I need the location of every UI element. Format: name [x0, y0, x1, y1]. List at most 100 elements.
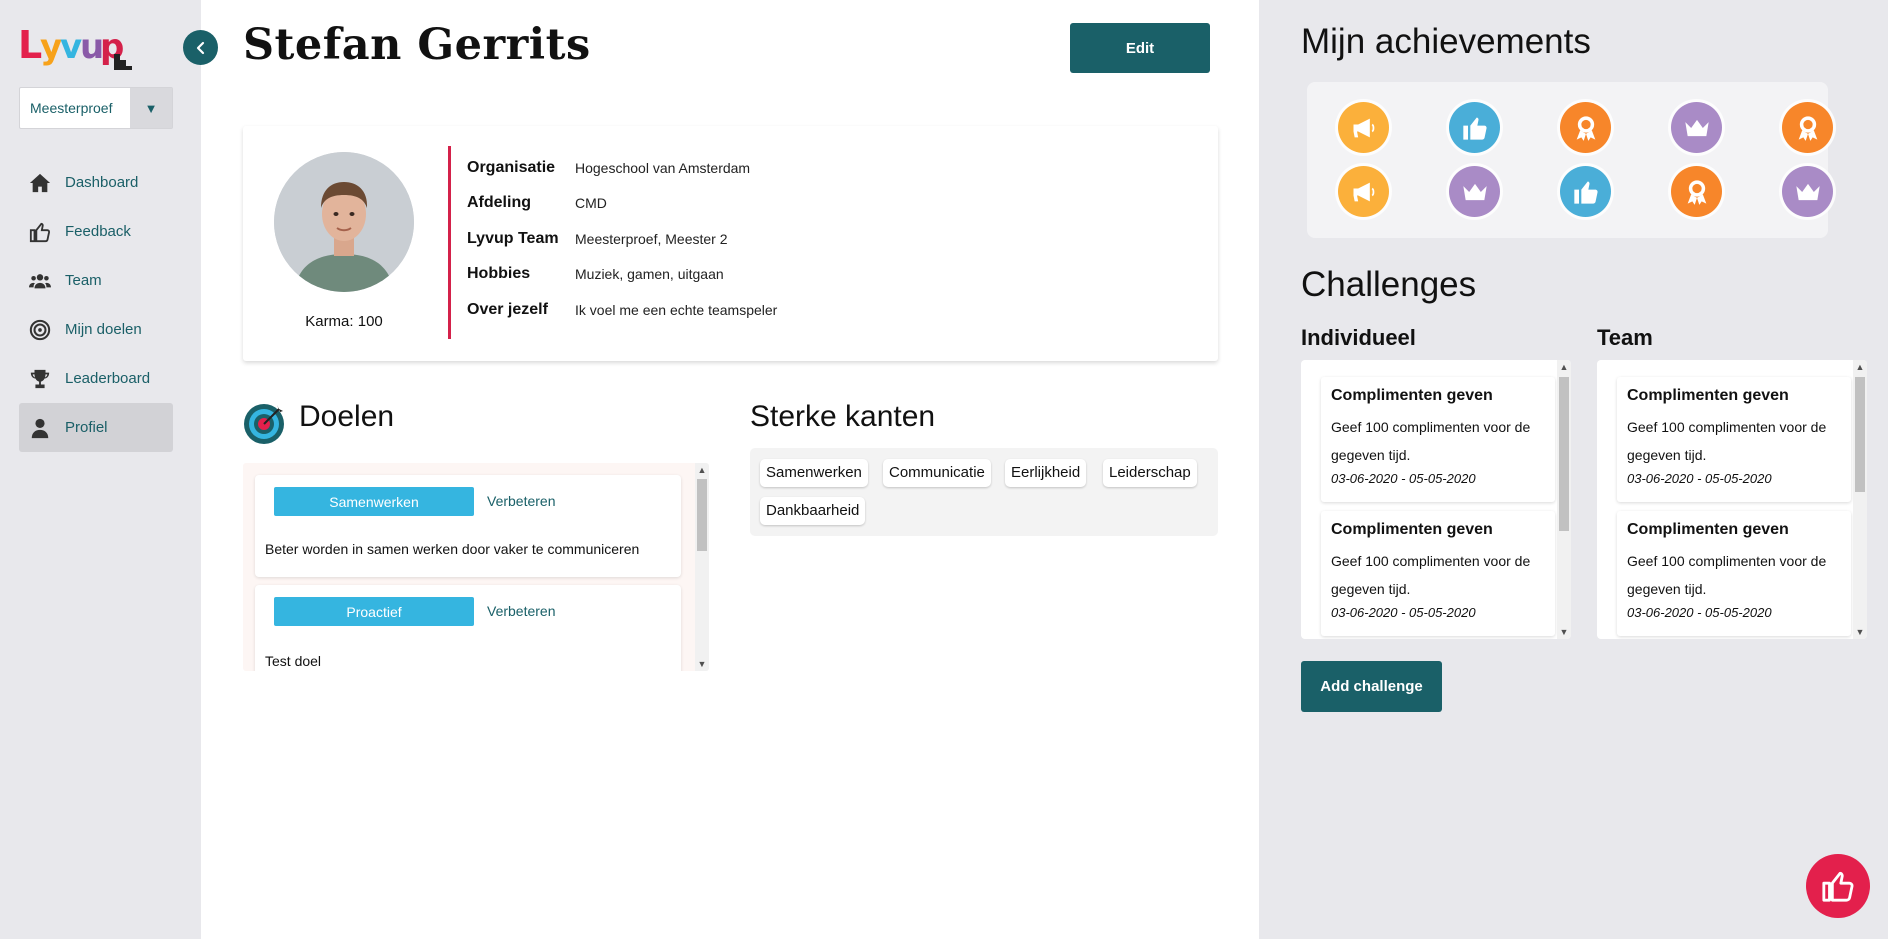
individual-challenges-title: Individueel [1301, 325, 1416, 350]
individual-challenges-list[interactable]: Complimenten geven Geef 100 complimenten… [1301, 360, 1571, 639]
goal-improve-link[interactable]: Verbeteren [487, 493, 556, 509]
strength-chip: Dankbaarheid [760, 497, 866, 525]
challenge-card[interactable]: Complimenten geven Geef 100 complimenten… [1617, 377, 1851, 502]
sidebar: L y v u p Meesterproef ▼ Dashboard Feedb… [0, 0, 201, 939]
strength-chip: Leiderschap [1103, 459, 1197, 487]
info-row-lyvup-team: Lyvup Team Meesterproef, Meester 2 [467, 221, 777, 257]
crown-icon [1684, 119, 1709, 136]
info-value: Meesterproef, Meester 2 [575, 230, 728, 247]
medal-icon [1576, 115, 1595, 141]
scroll-up-arrow[interactable]: ▲ [1853, 362, 1867, 372]
info-row-organisatie: Organisatie Hogeschool van Amsterdam [467, 150, 777, 186]
thumbs-up-badge[interactable] [1560, 166, 1611, 217]
info-value: Ik voel me een echte teamspeler [575, 301, 778, 318]
crown-badge[interactable] [1782, 166, 1833, 217]
crown-badge[interactable] [1449, 166, 1500, 217]
avatar-portrait [274, 152, 414, 292]
scroll-down-arrow[interactable]: ▼ [1557, 627, 1571, 637]
challenge-card[interactable]: Complimenten geven Geef 100 complimenten… [1321, 377, 1555, 502]
sidebar-nav: Dashboard Feedback Team Mijn doelen Lead… [19, 158, 173, 452]
achievements-grid [1307, 82, 1833, 238]
sidebar-item-dashboard[interactable]: Dashboard [19, 158, 173, 207]
profile-card: Karma: 100 Organisatie Hogeschool van Am… [243, 126, 1218, 361]
medal-icon [1798, 115, 1817, 141]
strength-chip: Communicatie [883, 459, 991, 487]
megaphone-badge[interactable] [1338, 166, 1389, 217]
svg-text:L: L [18, 23, 42, 67]
info-label: Hobbies [467, 265, 531, 283]
page-title: Stefan Gerrits [243, 20, 591, 70]
scroll-thumb[interactable] [1559, 377, 1569, 531]
sidebar-item-label: Mijn doelen [65, 321, 142, 338]
scroll-down-arrow[interactable]: ▼ [1853, 627, 1867, 637]
users-icon [29, 273, 51, 288]
sidebar-item-feedback[interactable]: Feedback [19, 207, 173, 256]
scroll-thumb[interactable] [1855, 377, 1865, 492]
goal-card[interactable]: Proactief Verbeteren Test doel [255, 585, 681, 671]
scroll-up-arrow[interactable]: ▲ [695, 465, 709, 475]
chevron-down-icon[interactable]: ▼ [130, 88, 172, 128]
scroll-thumb[interactable] [697, 479, 707, 551]
goals-list[interactable]: Samenwerken Verbeteren Beter worden in s… [243, 463, 709, 671]
challenge-description: Geef 100 complimenten voor de gegeven ti… [1627, 553, 1827, 597]
crown-icon [1795, 183, 1820, 200]
challenges-title: Challenges [1301, 265, 1477, 304]
info-row-hobbies: Hobbies Muziek, gamen, uitgaan [467, 257, 777, 293]
thumbs-up-icon [1822, 871, 1854, 902]
sidebar-item-leaderboard[interactable]: Leaderboard [19, 354, 173, 403]
team-select[interactable]: Meesterproef ▼ [19, 87, 173, 129]
megaphone-badge[interactable] [1338, 102, 1389, 153]
goals-title: Doelen [299, 400, 395, 433]
collapse-sidebar-button[interactable] [183, 30, 218, 65]
avatar [274, 152, 414, 292]
challenge-date: 03-06-2020 - 05-05-2020 [1627, 471, 1772, 486]
team-challenges-list[interactable]: Complimenten geven Geef 100 complimenten… [1597, 360, 1867, 639]
info-label: Over jezelf [467, 300, 548, 318]
sidebar-item-mijn-doelen[interactable]: Mijn doelen [19, 305, 173, 354]
goal-improve-link[interactable]: Verbeteren [487, 603, 556, 619]
goal-tag: Proactief [274, 597, 474, 626]
target-icon [29, 319, 51, 340]
challenge-date: 03-06-2020 - 05-05-2020 [1331, 605, 1476, 620]
scroll-down-arrow[interactable]: ▼ [695, 659, 709, 669]
team-scrollbar[interactable]: ▲ ▼ [1853, 360, 1867, 639]
info-label: Organisatie [467, 158, 556, 176]
svg-text:v: v [60, 27, 82, 67]
megaphone-icon [1353, 182, 1374, 201]
individual-scrollbar[interactable]: ▲ ▼ [1557, 360, 1571, 639]
goals-scrollbar[interactable]: ▲ ▼ [695, 463, 709, 671]
add-challenge-button[interactable]: Add challenge [1301, 661, 1442, 712]
thumbs-up-badge[interactable] [1449, 102, 1500, 153]
scroll-up-arrow[interactable]: ▲ [1557, 362, 1571, 372]
info-row-over-jezelf: Over jezelf Ik voel me een echte teamspe… [467, 292, 777, 328]
challenge-date: 03-06-2020 - 05-05-2020 [1331, 471, 1476, 486]
sidebar-item-label: Dashboard [65, 174, 139, 191]
sidebar-item-team[interactable]: Team [19, 256, 173, 305]
lyvup-logo[interactable]: L y v u p [18, 20, 134, 72]
challenge-description: Geef 100 complimenten voor de gegeven ti… [1331, 553, 1531, 597]
medal-badge[interactable] [1782, 102, 1833, 153]
challenge-title: Complimenten geven [1627, 521, 1789, 538]
medal-icon [1687, 179, 1706, 205]
strengths-list: Samenwerken Communicatie Eerlijkheid Lei… [750, 448, 1218, 536]
medal-badge[interactable] [1671, 166, 1722, 217]
goal-card[interactable]: Samenwerken Verbeteren Beter worden in s… [255, 475, 681, 577]
info-value: Hogeschool van Amsterdam [575, 159, 751, 176]
goal-text: Beter worden in samen werken door vaker … [265, 541, 640, 557]
challenge-title: Complimenten geven [1331, 521, 1493, 538]
trophy-icon [30, 369, 50, 388]
info-value: CMD [575, 195, 607, 212]
challenge-description: Geef 100 complimenten voor de gegeven ti… [1331, 419, 1531, 463]
challenge-card[interactable]: Complimenten geven Geef 100 complimenten… [1321, 511, 1555, 636]
give-feedback-fab[interactable] [1806, 854, 1870, 918]
info-label: Afdeling [467, 194, 531, 212]
challenge-card[interactable]: Complimenten geven Geef 100 complimenten… [1617, 511, 1851, 636]
edit-button[interactable]: Edit [1070, 23, 1210, 73]
info-value: Muziek, gamen, uitgaan [575, 266, 724, 283]
right-panel: Mijn achievements Challenges Individueel… [1259, 0, 1888, 939]
medal-badge[interactable] [1560, 102, 1611, 153]
crown-badge[interactable] [1671, 102, 1722, 153]
team-challenges-title: Team [1597, 325, 1653, 350]
svg-text:y: y [40, 27, 62, 67]
sidebar-item-profiel[interactable]: Profiel [19, 403, 173, 452]
